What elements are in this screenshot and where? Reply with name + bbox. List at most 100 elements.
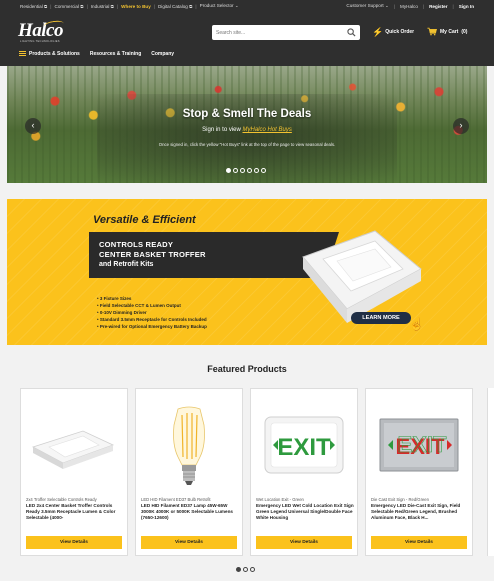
product-selector-link[interactable]: Product Selector ⌄	[200, 3, 239, 9]
signin-prefix: Sign in to view	[202, 127, 241, 133]
carousel-dot[interactable]	[261, 168, 266, 173]
search-box	[212, 25, 360, 40]
hamburger-menu-icon	[19, 51, 26, 57]
utility-links: Residential ⧉ | Commercial ⧉ | Industria…	[20, 3, 239, 9]
product-card[interactable]: 2x4 Troffer Selectable Controls Ready LE…	[20, 388, 128, 556]
residential-link[interactable]: Residential ⧉	[20, 4, 47, 9]
hero-note: Once signed in, click the yellow "Hot Bu…	[158, 142, 336, 147]
divider: |	[153, 3, 155, 9]
carousel-dot[interactable]	[243, 567, 248, 572]
view-details-button[interactable]: View Details	[371, 536, 467, 549]
hot-buys-link[interactable]: MyHalco Hot Buys	[243, 127, 292, 133]
carousel-dots	[226, 168, 266, 173]
quick-order-label: Quick Order	[385, 29, 415, 35]
where-to-buy-link[interactable]: Where to Buy	[121, 4, 151, 9]
carousel-dot[interactable]	[226, 168, 231, 173]
carousel-dot[interactable]	[250, 567, 255, 572]
account-links: Customer Support ⌄ | MyHalco | Register …	[346, 3, 474, 9]
hero-signin-text: Sign in to view MyHalco Hot Buys	[7, 127, 487, 133]
divider: |	[195, 3, 197, 9]
product-name[interactable]: LED HID Filament ED37 Lamp 45W-65W 3000K…	[141, 503, 239, 525]
chevron-right-icon: ›	[459, 120, 463, 130]
promo-line-2: CENTER BASKET TROFFER	[99, 250, 206, 259]
product-card[interactable]: EXIT Wet Location Exit - Green Emergency…	[250, 388, 358, 556]
nav-products-solutions[interactable]: Products & Solutions	[19, 51, 80, 57]
halco-logo[interactable]: Halco LIGHTING TECHNOLOGIES	[18, 19, 76, 44]
exit-sign-diecast-image: EXIT EXIT	[379, 418, 459, 472]
promo-bullet: • 3 Fixture Sizes	[97, 296, 132, 301]
promo-bullets: • 3 Fixture Sizes • Field Selectable CCT…	[97, 295, 207, 330]
promo-heading: Versatile & Efficient	[93, 214, 196, 226]
divider: |	[86, 3, 88, 9]
carousel-prev-button[interactable]: ‹	[25, 118, 41, 134]
promo-banner[interactable]: Versatile & Efficient CONTROLS READY CEN…	[7, 199, 487, 345]
featured-products-title: Featured Products	[207, 364, 287, 374]
chevron-down-icon: ⌄	[234, 3, 239, 8]
view-details-button[interactable]: View Details	[26, 536, 122, 549]
divider: |	[452, 3, 454, 9]
pointer-hand-icon: ☝	[409, 317, 424, 331]
page: Residential ⧉ | Commercial ⧉ | Industria…	[0, 0, 494, 581]
hero-headline: Stop & Smell The Deals	[182, 108, 312, 120]
product-category: LED HID Filament ED37 Bulb Retrofit	[141, 497, 211, 502]
search-input[interactable]	[216, 27, 344, 38]
promo-line-1: CONTROLS READY	[99, 240, 174, 249]
chevron-down-icon: ⌄	[384, 3, 389, 8]
product-card[interactable]: EXIT EXIT Die Cast Exit Sign - Red/Green…	[365, 388, 473, 556]
commercial-link[interactable]: Commercial ⧉	[55, 4, 84, 9]
carousel-dot[interactable]	[240, 168, 245, 173]
main-navigation: Products & Solutions Resources & Trainin…	[19, 51, 174, 57]
industrial-link[interactable]: Industrial ⧉	[91, 4, 114, 9]
register-link[interactable]: Register	[429, 4, 447, 9]
divider: |	[422, 3, 425, 9]
nav-resources-training[interactable]: Resources & Training	[90, 51, 141, 57]
product-category: 2x4 Troffer Selectable Controls Ready	[26, 497, 97, 502]
product-card[interactable]: LED HID Filament ED37 Bulb Retrofit LED …	[135, 388, 243, 556]
product-name[interactable]: LED 2x4 Center Basket Troffer Controls R…	[26, 503, 124, 525]
carousel-dot[interactable]	[254, 168, 259, 173]
troffer-image	[31, 430, 115, 469]
divider: |	[393, 3, 396, 9]
view-details-button[interactable]: View Details	[256, 536, 352, 549]
promo-line-3: and Retrofit Kits	[99, 261, 154, 268]
view-details-button[interactable]: View Details	[141, 536, 237, 549]
search-icon[interactable]	[347, 28, 356, 37]
next-product-card-peek	[487, 388, 494, 556]
divider: |	[50, 3, 52, 9]
svg-text:EXIT: EXIT	[277, 434, 331, 461]
utility-bar: Residential ⧉ | Commercial ⧉ | Industria…	[0, 0, 494, 12]
promo-bullet: • Pre-wired for Optional Emergency Batte…	[97, 324, 207, 329]
digital-catalog-link[interactable]: Digital Catalog ⧉	[158, 4, 192, 9]
svg-text:EXIT: EXIT	[398, 432, 447, 457]
exit-sign-green-image: EXIT	[264, 416, 344, 474]
product-name[interactable]: Emergency LED Die-Cast Exit Sign, Field …	[371, 503, 469, 525]
promo-bullet: • 0-10V Dimming Driver	[97, 310, 147, 315]
divider: |	[116, 3, 119, 9]
site-header: Residential ⧉ | Commercial ⧉ | Industria…	[0, 0, 494, 66]
carousel-dot[interactable]	[247, 168, 252, 173]
promo-bullet: • Field Selectable CCT & Lumen Output	[97, 303, 181, 308]
hero-carousel: Stop & Smell The Deals Sign in to view M…	[7, 66, 487, 183]
featured-pagination-dots	[236, 567, 255, 572]
carousel-next-button[interactable]: ›	[453, 118, 469, 134]
product-name[interactable]: Emergency LED Wet Cold Location Exit Sig…	[256, 503, 354, 525]
cart-label: My Cart	[440, 28, 459, 35]
learn-more-button[interactable]: LEARN MORE	[351, 312, 411, 324]
lightning-bolt-icon: ⚡	[372, 27, 384, 37]
quick-order-button[interactable]: ⚡ Quick Order	[372, 27, 415, 37]
nav-company[interactable]: Company	[151, 51, 174, 57]
sign-in-link[interactable]: Sign In	[459, 4, 474, 9]
carousel-dot[interactable]	[233, 168, 238, 173]
cart-count: (0)	[461, 28, 468, 35]
product-category: Wet Location Exit - Green	[256, 497, 304, 502]
product-category: Die Cast Exit Sign - Red/Green	[371, 497, 429, 502]
filament-bulb-image	[173, 406, 205, 485]
carousel-dot[interactable]	[236, 567, 241, 572]
cart-button[interactable]: My Cart (0)	[427, 27, 467, 36]
shopping-cart-icon	[427, 27, 437, 36]
logo-tagline: LIGHTING TECHNOLOGIES	[20, 40, 60, 43]
promo-bullet: • Standard 3.5mm Receptacle for Controls…	[97, 317, 207, 322]
customer-support-link[interactable]: Customer Support ⌄	[346, 3, 388, 9]
myhalco-link[interactable]: MyHalco	[400, 4, 418, 9]
chevron-left-icon: ‹	[31, 120, 35, 130]
